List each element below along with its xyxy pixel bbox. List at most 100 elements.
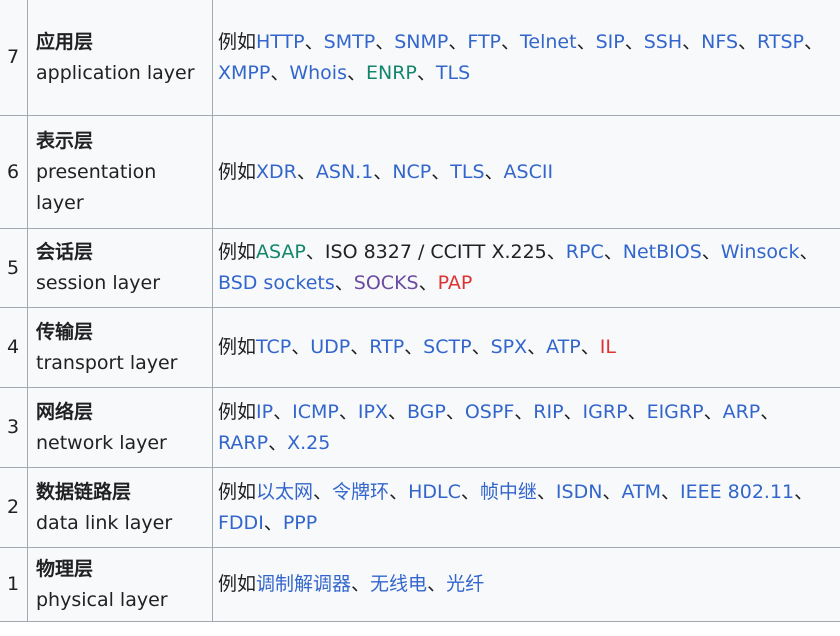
protocol-link[interactable]: ASAP: [256, 241, 306, 263]
protocol-link[interactable]: RTSP: [757, 31, 804, 53]
layer-number: 6: [0, 115, 28, 229]
list-separator: 、: [514, 400, 534, 423]
layer-name-english: presentation layer: [36, 160, 157, 214]
protocol-link[interactable]: ICMP: [292, 401, 339, 423]
protocol-link[interactable]: ISDN: [556, 481, 603, 503]
protocol-link[interactable]: RTP: [369, 336, 404, 358]
protocol-link[interactable]: SMTP: [324, 31, 376, 53]
list-separator: 、: [484, 160, 504, 183]
list-separator: 、: [351, 573, 371, 595]
list-separator: 、: [263, 511, 283, 534]
list-separator: 、: [375, 30, 395, 53]
protocol-link[interactable]: FTP: [467, 31, 501, 53]
protocol-link[interactable]: ASN.1: [316, 161, 373, 183]
list-separator: 、: [350, 336, 370, 358]
protocol-link[interactable]: ATM: [621, 481, 661, 503]
layer-name-english: network layer: [36, 431, 167, 454]
protocol-link[interactable]: TCP: [256, 336, 291, 358]
list-separator: 、: [580, 336, 600, 358]
protocol-link[interactable]: ARP: [723, 401, 761, 423]
list-separator: 、: [346, 61, 366, 84]
protocol-link[interactable]: IP: [256, 401, 273, 423]
layer-name-cell: 数据链路层 data link layer: [27, 467, 213, 548]
protocol-link[interactable]: SPX: [491, 336, 528, 358]
list-separator: 、: [305, 241, 325, 263]
protocol-link[interactable]: IPX: [358, 401, 388, 423]
osi-layers-table: 7 应用层 application layer 例如HTTP、SMTP、SNMP、FT…: [0, 0, 840, 622]
protocol-link[interactable]: XMPP: [218, 62, 270, 84]
protocol-link[interactable]: 调制解调器: [256, 573, 351, 595]
protocol-link[interactable]: ASCII: [504, 161, 554, 183]
list-separator: 、: [273, 400, 293, 423]
protocol-link[interactable]: PAP: [438, 272, 473, 294]
protocol-link[interactable]: 以太网: [256, 481, 313, 503]
protocol-link[interactable]: EIGRP: [647, 401, 704, 423]
protocol-text: ISO 8327 / CCITT X.225: [324, 241, 547, 263]
protocol-link[interactable]: OSPF: [465, 401, 514, 423]
list-separator: 、: [313, 480, 333, 503]
protocol-link[interactable]: RARP: [218, 432, 268, 454]
protocol-link[interactable]: X.25: [287, 432, 330, 454]
list-separator: 、: [404, 336, 424, 358]
list-separator: 、: [338, 400, 358, 423]
list-separator: 、: [602, 480, 622, 503]
protocol-link[interactable]: UDP: [310, 336, 350, 358]
layer-row-7: 7 应用层 application layer 例如HTTP、SMTP、SNMP、FT…: [0, 0, 840, 116]
protocol-link[interactable]: SOCKS: [354, 272, 419, 294]
list-separator: 、: [536, 480, 556, 503]
list-separator: 、: [738, 30, 758, 53]
protocol-link[interactable]: IL: [600, 336, 616, 358]
protocol-link[interactable]: NFS: [701, 31, 738, 53]
protocol-examples-cell: 例如XDR、ASN.1、NCP、TLS、ASCII: [212, 115, 840, 229]
protocol-link[interactable]: SIP: [596, 31, 625, 53]
protocol-link[interactable]: SNMP: [394, 31, 448, 53]
protocol-link[interactable]: BGP: [407, 401, 446, 423]
protocol-link[interactable]: RPC: [566, 241, 604, 263]
protocol-link[interactable]: SSH: [644, 31, 682, 53]
osi-table-body: 7 应用层 application layer 例如HTTP、SMTP、SNMP、FT…: [0, 0, 840, 622]
protocol-link[interactable]: 无线电: [370, 573, 427, 595]
list-separator: 、: [416, 61, 436, 84]
protocol-link[interactable]: 令牌环: [332, 481, 389, 503]
layer-number: 7: [0, 0, 28, 116]
layer-name-chinese: 应用层: [36, 30, 94, 53]
layer-name-cell: 网络层 network layer: [27, 387, 213, 468]
protocol-link[interactable]: Whois: [289, 62, 347, 84]
list-separator: 、: [501, 30, 521, 53]
layer-name-chinese: 会话层: [36, 241, 94, 263]
list-separator: 、: [527, 336, 547, 358]
protocol-link[interactable]: XDR: [256, 161, 297, 183]
list-separator: 、: [387, 400, 407, 423]
protocol-link[interactable]: ENRP: [366, 62, 417, 84]
list-separator: 、: [389, 480, 409, 503]
list-separator: 、: [445, 400, 465, 423]
protocol-link[interactable]: HDLC: [408, 481, 461, 503]
protocol-link[interactable]: BSD sockets: [218, 272, 335, 294]
list-separator: 、: [804, 30, 824, 53]
protocol-link[interactable]: FDDI: [218, 512, 264, 534]
protocol-link[interactable]: SCTP: [423, 336, 471, 358]
layer-number: 3: [0, 387, 28, 468]
layer-row-6: 6 表示层 presentation layer 例如XDR、ASN.1、NCP、TL…: [0, 115, 840, 229]
protocol-link[interactable]: 帧中继: [480, 481, 537, 503]
layer-number: 5: [0, 228, 28, 308]
protocol-link[interactable]: TLS: [450, 161, 484, 183]
list-separator: 、: [627, 400, 647, 423]
protocol-link[interactable]: Winsock: [721, 241, 800, 263]
protocol-link[interactable]: Telnet: [520, 31, 577, 53]
protocol-link[interactable]: IGRP: [583, 401, 628, 423]
list-separator: 、: [471, 336, 491, 358]
list-separator: 、: [304, 30, 324, 53]
protocol-link[interactable]: TLS: [436, 62, 470, 84]
layer-name-chinese: 表示层: [36, 129, 94, 152]
protocol-link[interactable]: PPP: [283, 512, 317, 534]
protocol-link[interactable]: RIP: [533, 401, 563, 423]
example-prefix: 例如: [218, 573, 257, 595]
protocol-link[interactable]: NCP: [392, 161, 431, 183]
protocol-link[interactable]: NetBIOS: [623, 241, 702, 263]
list-separator: 、: [448, 30, 468, 53]
protocol-link[interactable]: ATP: [546, 336, 581, 358]
protocol-link[interactable]: IEEE 802.11: [680, 481, 794, 503]
protocol-link[interactable]: 光纤: [446, 573, 484, 595]
protocol-link[interactable]: HTTP: [256, 31, 305, 53]
